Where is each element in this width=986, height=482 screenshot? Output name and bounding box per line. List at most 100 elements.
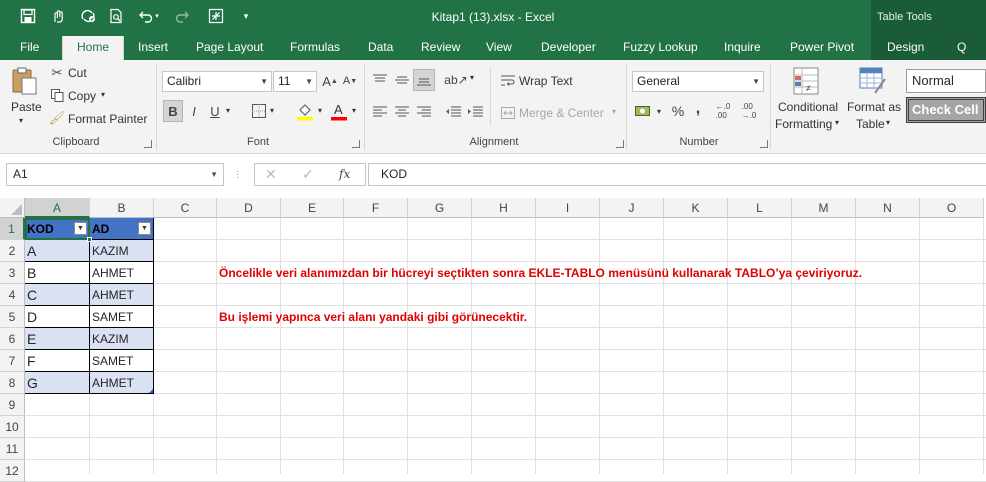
tab-fuzzy-lookup[interactable]: Fuzzy Lookup [623, 36, 698, 60]
column-header-c[interactable]: C [154, 198, 217, 218]
font-color-dropdown-icon[interactable]: ▾ [352, 106, 356, 115]
borders-dropdown-icon[interactable]: ▾ [270, 106, 274, 115]
align-top-icon[interactable] [372, 72, 388, 88]
alignment-launcher-icon[interactable] [616, 140, 624, 148]
format-as-table-label-1[interactable]: Format as [847, 100, 901, 114]
table-resize-handle[interactable] [149, 389, 153, 393]
paste-icon[interactable] [10, 66, 40, 96]
redo-icon[interactable] [172, 6, 192, 26]
table-cell[interactable]: G [25, 372, 90, 394]
row-header-8[interactable]: 8 [0, 372, 25, 394]
underline-button[interactable]: U [207, 100, 223, 122]
column-header-g[interactable]: G [408, 198, 472, 218]
customize-icon[interactable] [206, 6, 226, 26]
tab-home[interactable]: Home [62, 36, 124, 60]
undo-dropdown-icon[interactable]: ▾ [152, 6, 162, 26]
tab-data[interactable]: Data [368, 36, 393, 60]
row-header-5[interactable]: 5 [0, 306, 25, 328]
tell-me-icon[interactable]: Q [957, 36, 966, 60]
formula-input[interactable]: KOD [368, 163, 986, 186]
scissors-icon[interactable]: ✂ [50, 65, 64, 80]
italic-button[interactable]: I [185, 100, 203, 122]
wrap-text-button[interactable]: Wrap Text [519, 74, 573, 88]
bold-button[interactable]: B [163, 100, 183, 122]
column-header-f[interactable]: F [344, 198, 408, 218]
format-painter-icon[interactable]: 🖌 [49, 110, 66, 125]
tab-developer[interactable]: Developer [541, 36, 596, 60]
save-icon[interactable] [18, 6, 38, 26]
sync-icon[interactable] [78, 6, 98, 26]
filter-dropdown-icon[interactable]: ▼ [138, 222, 151, 235]
enter-icon[interactable]: ✓ [302, 166, 314, 183]
fill-color-icon[interactable] [295, 100, 315, 122]
wrap-text-icon[interactable] [500, 73, 516, 89]
align-middle-icon[interactable] [394, 72, 410, 88]
clipboard-launcher-icon[interactable] [144, 140, 152, 148]
column-header-m[interactable]: M [792, 198, 856, 218]
increase-indent-icon[interactable] [466, 104, 484, 120]
merge-center-icon[interactable] [500, 105, 516, 121]
align-center-icon[interactable] [394, 104, 410, 120]
table-cell[interactable]: KAZIM [90, 240, 154, 262]
number-format-box[interactable]: General ▼ [632, 71, 764, 92]
insert-function-button[interactable]: fx [339, 167, 350, 181]
merge-center-button[interactable]: Merge & Center [519, 106, 604, 120]
font-color-icon[interactable]: A [329, 100, 349, 122]
name-box[interactable]: A1 ▼ [6, 163, 224, 186]
more-icon[interactable]: ▾ [236, 6, 256, 26]
column-header-h[interactable]: H [472, 198, 536, 218]
decrease-font-icon[interactable]: A ▼ [342, 72, 358, 90]
row-header-4[interactable]: 4 [0, 284, 25, 306]
conditional-formatting-icon[interactable]: ≠ [792, 66, 820, 96]
cut-button[interactable]: Cut [68, 66, 87, 80]
tab-power-pivot[interactable]: Power Pivot [790, 36, 854, 60]
table-cell[interactable]: AHMET [90, 284, 154, 306]
borders-icon[interactable] [250, 103, 268, 119]
table-cell[interactable]: D [25, 306, 90, 328]
table-cell[interactable]: AHMET [90, 262, 154, 284]
table-cell[interactable]: C [25, 284, 90, 306]
column-header-n[interactable]: N [856, 198, 920, 218]
underline-dropdown-icon[interactable]: ▾ [226, 106, 230, 115]
format-as-table-icon[interactable] [858, 66, 888, 96]
merge-dropdown-icon[interactable]: ▾ [612, 107, 616, 116]
tab-design[interactable]: Design [887, 36, 924, 60]
row-header-7[interactable]: 7 [0, 350, 25, 372]
align-left-icon[interactable] [372, 104, 388, 120]
column-header-b[interactable]: B [90, 198, 154, 218]
column-header-e[interactable]: E [281, 198, 344, 218]
row-header-1[interactable]: 1 [0, 218, 25, 240]
row-header-9[interactable]: 9 [0, 394, 25, 416]
table-cell[interactable]: AHMET [90, 372, 154, 394]
copy-icon[interactable] [50, 88, 64, 102]
tab-inquire[interactable]: Inquire [724, 36, 761, 60]
comma-style-button[interactable]: , [692, 100, 704, 118]
style-normal[interactable]: Normal [906, 69, 986, 93]
row-header-2[interactable]: 2 [0, 240, 25, 262]
worksheet-grid[interactable]: ABCDEFGHIJKLMNO 1 2 3 4 5 6 7 8 9 10 11 12 KOD ▼ AD ▼ A… [0, 198, 986, 482]
style-check-cell[interactable]: Check Cell [906, 97, 986, 123]
tab-insert[interactable]: Insert [138, 36, 168, 60]
copy-dropdown-icon[interactable]: ▾ [101, 90, 105, 99]
column-header-d[interactable]: D [217, 198, 281, 218]
fill-dropdown-icon[interactable]: ▾ [318, 106, 322, 115]
row-header-11[interactable]: 11 [0, 438, 25, 460]
tab-file[interactable]: File [20, 36, 39, 60]
conditional-formatting-label-1[interactable]: Conditional [778, 100, 838, 114]
column-header-a[interactable]: A [25, 198, 90, 218]
column-header-k[interactable]: K [664, 198, 728, 218]
fill-handle[interactable] [87, 237, 92, 242]
accounting-dropdown-icon[interactable]: ▾ [657, 107, 661, 116]
column-header-o[interactable]: O [920, 198, 984, 218]
increase-decimal-icon[interactable]: ←.0.00 [712, 102, 734, 120]
row-header-12[interactable]: 12 [0, 460, 25, 482]
orientation-icon[interactable]: ab↗ [444, 72, 467, 88]
decrease-indent-icon[interactable] [444, 104, 462, 120]
paste-label[interactable]: Paste [11, 100, 42, 114]
font-name-box[interactable]: Calibri ▼ [162, 71, 272, 92]
orientation-dropdown-icon[interactable]: ▾ [470, 73, 474, 82]
row-header-10[interactable]: 10 [0, 416, 25, 438]
align-right-icon[interactable] [416, 104, 432, 120]
print-preview-icon[interactable] [106, 6, 126, 26]
font-launcher-icon[interactable] [352, 140, 360, 148]
